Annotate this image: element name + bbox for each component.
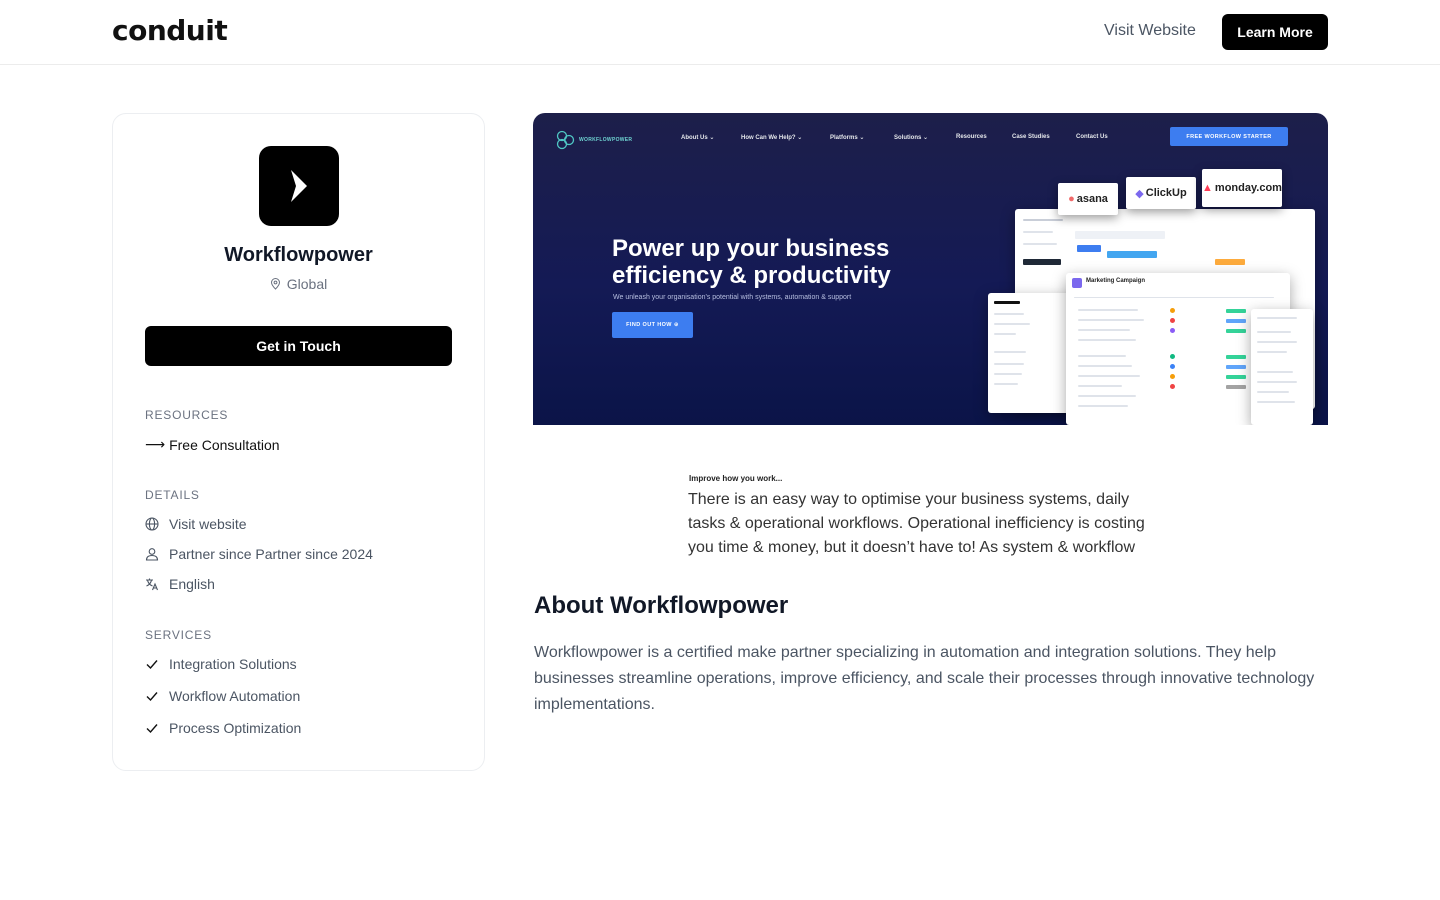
details-heading: DETAILS bbox=[145, 488, 200, 502]
side-panel-mock bbox=[1251, 309, 1313, 425]
service-label: Process Optimization bbox=[169, 720, 302, 736]
check-icon bbox=[146, 660, 158, 670]
monday-label: monday.com bbox=[1214, 182, 1282, 194]
partner-card: Workflowpower Global Get in Touch RESOUR… bbox=[112, 113, 485, 771]
preview-nav-item: Case Studies bbox=[1012, 134, 1050, 140]
website-preview-image: WORKFLOWPOWER About Us ⌄ How Can We Help… bbox=[533, 113, 1328, 425]
visit-website-link[interactable]: Visit Website bbox=[1104, 22, 1196, 40]
service-item: Process Optimization bbox=[145, 720, 301, 736]
users-icon bbox=[145, 548, 159, 561]
free-consultation-link[interactable]: ⟶ Free Consultation bbox=[145, 436, 280, 453]
map-pin-icon bbox=[270, 278, 280, 290]
service-item: Integration Solutions bbox=[145, 656, 297, 672]
excerpt-label: Improve how you work... bbox=[689, 474, 783, 483]
clickup-sidebar-mock bbox=[988, 293, 1078, 413]
partner-since-label: Partner since Partner since 2024 bbox=[169, 546, 373, 562]
asana-logo-card: ● asana bbox=[1058, 183, 1118, 215]
preview-brand-text: WORKFLOWPOWER bbox=[579, 137, 633, 143]
preview-nav-item: Contact Us bbox=[1076, 134, 1108, 140]
partner-since-row: Partner since Partner since 2024 bbox=[145, 546, 373, 562]
service-label: Workflow Automation bbox=[169, 688, 301, 704]
about-heading: About Workflowpower bbox=[534, 592, 789, 619]
chevron-right-icon bbox=[291, 170, 307, 202]
check-icon bbox=[146, 724, 158, 734]
mock-title: Marketing Campaign bbox=[1086, 278, 1146, 284]
visit-website-label: Visit website bbox=[169, 516, 247, 532]
workflowpower-logo-icon bbox=[556, 130, 575, 150]
conduit-logo[interactable]: conduit bbox=[112, 14, 228, 47]
preview-nav-item: How Can We Help? ⌄ bbox=[741, 135, 803, 141]
resources-heading: RESOURCES bbox=[145, 408, 229, 422]
about-body: Workflowpower is a certified make partne… bbox=[534, 644, 1315, 713]
preview-find-out-button: FIND OUT HOW ⊕ bbox=[612, 312, 693, 338]
services-heading: SERVICES bbox=[145, 628, 212, 642]
preview-nav-item: Platforms ⌄ bbox=[830, 135, 865, 141]
partner-name: Workflowpower bbox=[224, 244, 373, 266]
language-row: English bbox=[145, 576, 215, 592]
top-navbar: conduit Visit Website Learn More bbox=[0, 0, 1440, 65]
partner-logo bbox=[259, 146, 339, 226]
clickup-label: ClickUp bbox=[1145, 187, 1187, 199]
preview-cta-button: FREE WORKFLOW STARTER bbox=[1170, 127, 1288, 146]
learn-more-button[interactable]: Learn More bbox=[1222, 14, 1328, 50]
arrow-right-icon: ⟶ bbox=[145, 436, 166, 452]
preview-subline: We unleash your organisation's potential… bbox=[613, 294, 852, 301]
clickup-logo-card: ◆ ClickUp bbox=[1126, 177, 1196, 209]
get-in-touch-button[interactable]: Get in Touch bbox=[145, 326, 452, 366]
globe-icon bbox=[145, 517, 159, 531]
check-icon bbox=[146, 692, 158, 702]
excerpt-text: There is an easy way to optimise your bu… bbox=[688, 491, 1145, 556]
monday-logo-card: ▲ monday.com bbox=[1202, 169, 1282, 207]
visit-website-row[interactable]: Visit website bbox=[145, 516, 247, 532]
preview-nav-item: Resources bbox=[956, 134, 987, 140]
preview-navbar: WORKFLOWPOWER About Us ⌄ How Can We Help… bbox=[533, 113, 1328, 161]
partner-location: Global bbox=[113, 276, 484, 292]
preview-headline: Power up your business efficiency & prod… bbox=[612, 235, 891, 289]
service-item: Workflow Automation bbox=[145, 688, 300, 704]
language-label: English bbox=[169, 576, 215, 592]
service-label: Integration Solutions bbox=[169, 656, 297, 672]
preview-brand: WORKFLOWPOWER bbox=[555, 130, 632, 150]
asana-label: asana bbox=[1076, 193, 1108, 205]
list-square-icon bbox=[1072, 278, 1082, 288]
location-label: Global bbox=[286, 276, 328, 292]
preview-nav-item: Solutions ⌄ bbox=[894, 135, 929, 141]
translate-icon bbox=[146, 578, 159, 591]
preview-nav-item: About Us ⌄ bbox=[681, 135, 715, 141]
free-consultation-label: Free Consultation bbox=[169, 436, 280, 453]
